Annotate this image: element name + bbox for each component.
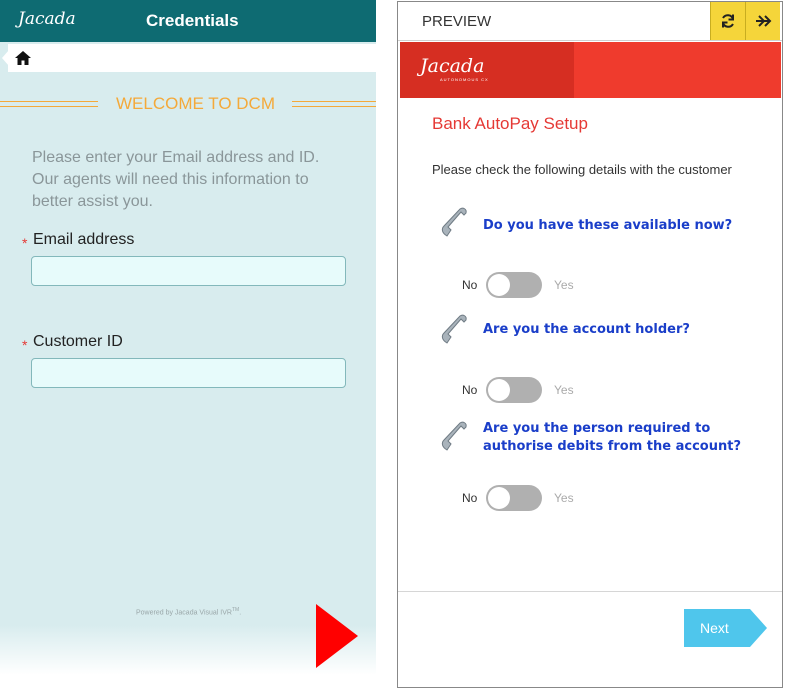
phone-icon — [441, 207, 467, 237]
intro-text: Please enter your Email address and ID. … — [32, 147, 352, 213]
brand-banner: Jacada AUTONOMOUS CX — [400, 42, 781, 98]
welcome-rule-left — [0, 101, 98, 107]
trademark-mark: TM — [231, 607, 240, 613]
toggle-knob — [488, 274, 510, 296]
question-line: Are you the person required to — [483, 421, 711, 436]
toggle-yes-label: Yes — [554, 383, 574, 397]
credentials-screen: Jacada Credentials WELCOME TO DCM Please… — [0, 0, 376, 675]
phone-icon — [441, 314, 467, 344]
next-button-label: Next — [700, 620, 729, 636]
jacada-logo: Jacada — [420, 55, 485, 77]
jacada-logo: Jacada — [18, 9, 76, 29]
phone-icon — [441, 421, 467, 451]
form-title: Bank AutoPay Setup — [432, 114, 588, 133]
refresh-button[interactable] — [710, 2, 745, 40]
toggle-no-label: No — [462, 491, 478, 505]
question-line: authorise debits from the account? — [483, 439, 742, 454]
question-line: Do you have these available now? — [483, 218, 733, 233]
intro-line: better assist you. — [32, 193, 153, 210]
question-text: Do you have these available now? — [483, 217, 732, 235]
welcome-rule-right — [292, 101, 376, 107]
intro-line: Please enter your Email address and ID. — [32, 149, 320, 166]
powered-by-text: Powered by Jacada Visual IVRTM. — [136, 607, 242, 617]
toggle-yes-label: Yes — [554, 278, 574, 292]
toggle-switch[interactable] — [486, 485, 542, 511]
intro-line: Our agents will need this information to — [32, 171, 309, 188]
refresh-icon — [722, 14, 734, 28]
toggle-switch[interactable] — [486, 377, 542, 403]
required-marker: * — [22, 235, 28, 251]
home-bar — [8, 44, 376, 72]
question-text: Are you the person required to authorise… — [483, 420, 741, 456]
toggle-switch[interactable] — [486, 272, 542, 298]
next-triangle-icon[interactable] — [316, 604, 358, 668]
forward-button[interactable] — [745, 2, 780, 40]
app-header: Jacada Credentials — [0, 0, 376, 42]
footer-divider — [398, 591, 782, 592]
toggle-knob — [488, 379, 510, 401]
powered-by-label: Powered by Jacada Visual IVR — [136, 609, 232, 617]
brand-tagline: AUTONOMOUS CX — [440, 77, 489, 82]
question-text: Are you the account holder? — [483, 321, 690, 339]
preview-panel: PREVIEW Jacada AUTONOMOUS CX Bank AutoPa… — [397, 1, 783, 688]
email-input[interactable] — [31, 256, 346, 286]
customer-id-input[interactable] — [31, 358, 346, 388]
customer-id-label: Customer ID — [33, 333, 123, 350]
question-line: Are you the account holder? — [483, 322, 690, 337]
welcome-heading: WELCOME TO DCM — [0, 92, 376, 116]
preview-toolbar: PREVIEW — [398, 2, 782, 41]
home-icon[interactable] — [14, 50, 32, 66]
forward-arrow-icon — [756, 15, 772, 27]
page-title: Credentials — [146, 11, 239, 30]
next-button[interactable]: Next — [684, 609, 767, 647]
toggle-yes-label: Yes — [554, 491, 574, 505]
instruction-text: Please check the following details with … — [432, 162, 732, 177]
email-label: Email address — [33, 231, 135, 248]
yes-no-toggle[interactable]: No Yes — [462, 485, 602, 511]
welcome-text: WELCOME TO DCM — [116, 94, 275, 113]
yes-no-toggle[interactable]: No Yes — [462, 272, 602, 298]
yes-no-toggle[interactable]: No Yes — [462, 377, 602, 403]
required-marker: * — [22, 337, 28, 353]
toggle-knob — [488, 487, 510, 509]
toggle-no-label: No — [462, 383, 478, 397]
preview-label: PREVIEW — [422, 13, 492, 30]
toggle-no-label: No — [462, 278, 478, 292]
